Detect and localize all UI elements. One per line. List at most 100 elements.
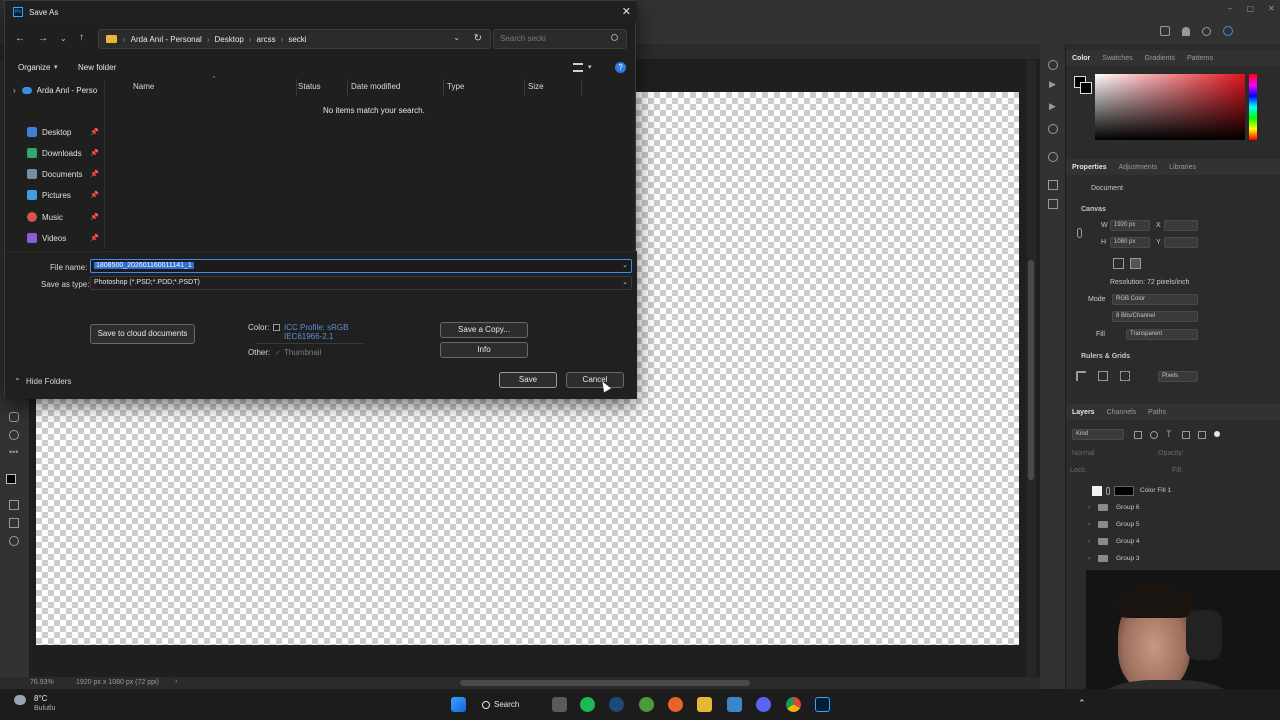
close-window-icon[interactable]: ✕ [1268,4,1275,14]
nav-item-pictures[interactable]: Pictures 📌 [27,187,105,203]
chevron-right-icon[interactable]: › [1088,504,1098,511]
column-name[interactable]: Name [133,82,154,94]
quick-mask-icon[interactable] [9,500,19,510]
file-name-input[interactable]: 1808500_202601160011141_1 ⌄ [90,259,632,273]
clock-icon[interactable] [1048,124,1058,134]
chevron-right-icon[interactable]: › [175,678,177,685]
rulers-grids-section[interactable]: Rulers & Grids [1081,353,1130,360]
filter-smart-icon[interactable] [1198,431,1206,439]
blend-mode[interactable]: Normal [1072,450,1095,457]
tab-swatches[interactable]: Swatches [1102,55,1132,62]
pin-icon[interactable]: 📌 [90,213,99,221]
filter-pixel-icon[interactable] [1134,431,1142,439]
column-size[interactable]: Size [528,82,544,94]
save-button[interactable]: Save [499,372,557,388]
tab-libraries[interactable]: Libraries [1169,164,1196,171]
portrait-icon[interactable] [1113,258,1124,269]
save-copy-button[interactable]: Save a Copy... [440,322,528,338]
chevron-right-icon[interactable]: › [1088,555,1098,562]
weather-icon[interactable] [14,695,26,705]
chevron-down-icon[interactable]: ▾ [588,63,592,71]
filter-type-icon[interactable]: T [1166,429,1172,439]
layer-group[interactable]: › Group 6 [1066,499,1280,516]
breadcrumb-item[interactable]: Arda Anıl - Personal [131,35,202,44]
y-field[interactable] [1164,237,1198,248]
chevron-down-icon[interactable]: ⌄ [60,34,67,43]
file-explorer-icon[interactable] [697,697,712,712]
zoom-tool-icon[interactable] [9,430,19,440]
column-status[interactable]: Status [298,82,321,94]
tab-patterns[interactable]: Patterns [1187,55,1213,62]
forward-arrow-icon[interactable]: → [38,33,48,44]
history-icon[interactable] [1048,60,1058,70]
height-field[interactable]: 1080 px [1110,237,1150,248]
xbox-icon[interactable] [639,697,654,712]
chevron-down-icon[interactable]: ⌄ [622,260,628,272]
up-arrow-icon[interactable]: ↑ [79,32,84,43]
notifications-icon[interactable] [1182,26,1190,36]
app-icon[interactable] [727,697,742,712]
layer-group[interactable]: › Group 4 [1066,533,1280,550]
x-field[interactable] [1164,220,1198,231]
tab-adjustments[interactable]: Adjustments [1119,164,1158,171]
width-field[interactable]: 1920 px [1110,220,1150,231]
units-select[interactable]: Pixels [1158,371,1198,382]
nav-item-videos[interactable]: Videos 📌 [27,230,105,246]
vertical-scrollbar[interactable] [1026,60,1036,677]
maximize-icon[interactable]: ▢ [1246,4,1254,14]
weather-desc[interactable]: Bulutlu [34,705,55,712]
pin-icon[interactable]: 📌 [90,128,99,136]
background-color[interactable] [1080,82,1092,94]
chevron-right-icon[interactable]: › [1088,521,1098,528]
scroll-thumb[interactable] [1028,260,1034,480]
fill-opacity-label[interactable]: Fill: [1172,467,1183,474]
grid-icon[interactable] [1098,371,1108,381]
refresh-icon[interactable]: ↻ [474,33,482,44]
address-bar[interactable]: › Arda Anıl - Personal › Desktop › arcss… [98,29,491,49]
photoshop-icon[interactable] [815,697,830,712]
chrome-icon[interactable] [786,697,801,712]
breadcrumb-item[interactable]: Desktop [215,35,244,44]
column-type[interactable]: Type [447,82,464,94]
tab-layers[interactable]: Layers [1072,409,1095,416]
pin-icon[interactable]: 📌 [90,234,99,242]
color-picker-field[interactable] [1095,74,1245,140]
nav-item-desktop[interactable]: Desktop 📌 [27,124,105,140]
hand-tool-icon[interactable] [9,412,19,422]
pin-icon[interactable]: 📌 [90,191,99,199]
chevron-up-icon[interactable]: ⌃ [1078,698,1086,709]
hue-slider[interactable] [1249,74,1257,140]
discord-icon[interactable] [756,697,771,712]
steam-icon[interactable] [609,697,624,712]
search-icon[interactable] [611,34,618,41]
info-icon[interactable] [1048,152,1058,162]
guides-icon[interactable] [1120,371,1130,381]
actions-icon[interactable]: ▶ [1049,102,1059,112]
canvas-section[interactable]: Canvas [1081,206,1106,213]
layer-group[interactable]: › Group 5 [1066,516,1280,533]
layers-comp-icon[interactable] [1048,180,1058,190]
opacity-label[interactable]: Opacity: [1158,450,1184,457]
layer-color-fill[interactable]: Color Fill 1 [1066,482,1280,499]
column-date-modified[interactable]: Date modified [351,82,400,94]
thumbnail-checkbox[interactable]: ✓ [275,349,281,357]
breadcrumb-item[interactable]: secki [288,35,306,44]
chevron-down-icon[interactable]: ▾ [54,63,58,71]
more-tools-icon[interactable]: ••• [9,448,19,458]
chevron-right-icon[interactable]: › [13,86,16,95]
help-icon[interactable]: ? [615,62,626,73]
close-icon[interactable]: ✕ [622,5,631,18]
icc-profile-line1[interactable]: ICC Profile: sRGB [284,323,348,332]
search-input[interactable]: Search secki [493,29,627,49]
workspace-icon[interactable] [1223,26,1233,36]
tab-color[interactable]: Color [1072,55,1090,62]
layer-kind-filter[interactable]: Kind [1072,429,1124,440]
organize-button[interactable]: Organize [18,63,50,72]
mode-select[interactable]: RGB Color [1112,294,1198,305]
weather-temp[interactable]: 8°C [34,694,47,703]
screen-mode-icon[interactable] [9,518,19,528]
pin-icon[interactable]: 📌 [90,170,99,178]
zoom-level[interactable]: 76.93% [30,679,54,686]
chevron-right-icon[interactable]: › [1088,538,1098,545]
minimize-icon[interactable]: – [1228,4,1232,14]
